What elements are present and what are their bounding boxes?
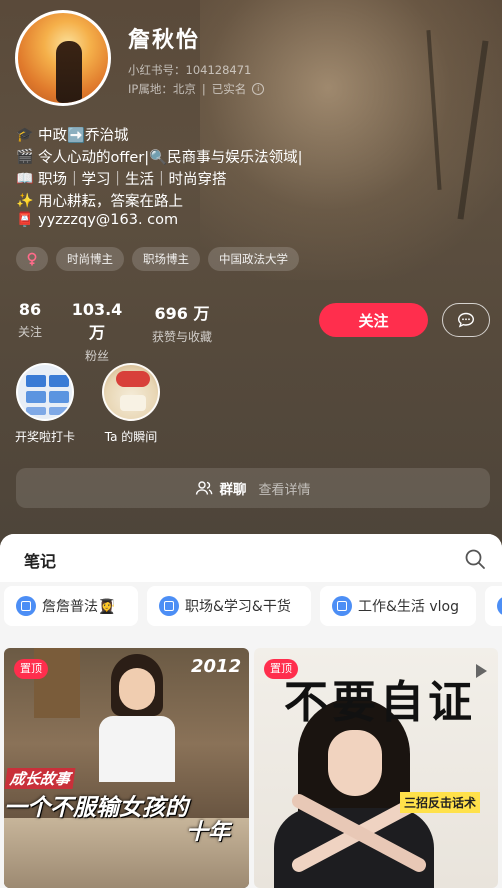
verified-text: 已实名	[211, 82, 247, 96]
profile-header: 詹秋怡 小红书号：104128471 IP属地：北京 | 已实名 i 🎓 中政➡…	[0, 0, 502, 560]
meta-divider: |	[201, 82, 206, 96]
collection-career-label: 职场&学习&干货	[185, 599, 291, 615]
group-chat-details: 查看详情	[258, 482, 311, 498]
stat-likes[interactable]: 696 万 获赞与收藏	[144, 300, 220, 345]
stat-followers[interactable]: 103.4 万 粉丝	[62, 300, 132, 364]
stat-likes-value: 696 万	[154, 304, 210, 323]
ip-location-row: IP属地：北京 | 已实名 i	[128, 81, 265, 97]
card-overlay-small: 成长故事	[4, 768, 76, 789]
clapper-icon: 🎬	[16, 148, 34, 165]
card-overlay-main: 一个不服输女孩的	[4, 795, 188, 821]
notes-header: 笔记	[0, 534, 502, 582]
highlight-lottery-thumb	[16, 363, 74, 421]
bio-line-show: 🎬 令人心动的offer|🔍民商事与娱乐法领域|	[16, 148, 303, 167]
highlight-moments-label: Ta 的瞬间	[104, 430, 158, 444]
card-woman-face	[328, 730, 382, 796]
graduation-cap-icon: 🎓	[16, 126, 34, 143]
highlight-lottery-label: 开奖啦打卡	[14, 430, 75, 444]
group-chat-bar[interactable]: 群聊 查看详情	[16, 468, 490, 508]
thumb-cake	[120, 395, 146, 411]
bio-line-motto: ✨ 用心耕耘，答案在路上	[16, 192, 183, 211]
thumb-flowers	[116, 371, 150, 387]
collection-icon	[16, 596, 36, 616]
play-icon	[476, 664, 487, 678]
collection-list: 詹詹普法👩‍🎓 职场&学习&干货 工作&生活 vlog	[0, 586, 502, 638]
card-year: 2012	[191, 656, 242, 677]
collection-career[interactable]: 职场&学习&干货	[147, 586, 311, 626]
collection-icon	[159, 596, 179, 616]
bio-line-education: 🎓 中政➡️乔治城	[16, 126, 129, 145]
profile-name: 詹秋怡	[128, 28, 201, 53]
note-card-no-self-proving[interactable]: 置顶 不要自证 三招反击话术	[254, 648, 498, 888]
group-chat-title: 群聊	[219, 482, 247, 498]
collection-icon	[497, 596, 502, 616]
highlight-moments[interactable]: Ta 的瞬间	[98, 363, 164, 445]
tag-career-blogger[interactable]: 职场博主	[132, 247, 200, 271]
card-overlay-big: 十年	[186, 820, 231, 845]
stat-following-value: 86	[18, 300, 42, 319]
bio-line-topics: 📖 职场｜学习｜生活｜时尚穿搭	[16, 170, 227, 189]
card-photo-girl	[99, 654, 175, 784]
stat-following[interactable]: 86 关注	[16, 300, 44, 340]
thumb-card	[26, 391, 46, 403]
mailbox-icon: 📮	[16, 212, 34, 228]
stat-following-label: 关注	[17, 325, 42, 339]
follow-button[interactable]: 关注	[319, 303, 428, 337]
thumb-card	[49, 391, 69, 403]
sparkles-icon: ✨	[16, 192, 34, 209]
thumb-card	[26, 375, 46, 387]
card-overlay-sub: 三招反击话术	[400, 792, 481, 813]
highlight-moments-thumb	[102, 363, 160, 421]
collection-icon	[332, 596, 352, 616]
collection-law[interactable]: 詹詹普法👩‍🎓	[4, 586, 138, 626]
profile-tags: 时尚博主 职场博主 中国政法大学	[16, 247, 299, 271]
tag-university[interactable]: 中国政法大学	[208, 247, 299, 271]
thumb-card	[26, 407, 46, 415]
card-woman-suit	[274, 808, 434, 888]
notes-tab[interactable]: 笔记	[24, 548, 56, 572]
collection-law-label: 詹詹普法👩‍🎓	[42, 599, 116, 615]
avatar[interactable]	[15, 10, 111, 106]
stat-followers-value: 103.4 万	[71, 300, 123, 342]
thumb-card	[49, 375, 69, 387]
collection-vlog[interactable]: 工作&生活 vlog	[320, 586, 476, 626]
avatar-figure	[56, 41, 82, 103]
collection-vlog-label: 工作&生活 vlog	[358, 599, 459, 615]
redbook-id[interactable]: 小红书号：104128471	[128, 62, 251, 78]
bio-line-email: 📮 yyzzzqy@163. com	[16, 212, 179, 228]
message-button[interactable]	[442, 303, 490, 337]
tag-fashion-blogger[interactable]: 时尚博主	[56, 247, 124, 271]
note-card-growth-story[interactable]: 置顶 2012 成长故事 一个不服输女孩的 十年	[4, 648, 249, 888]
gender-tag	[16, 247, 48, 271]
pinned-badge: 置顶	[14, 659, 48, 679]
chat-icon	[457, 312, 475, 328]
ip-location: IP属地：北京	[128, 82, 196, 96]
thumb-card	[49, 407, 69, 415]
notes-sheet: 笔记 詹詹普法👩‍🎓 职场&学习&干货 工作&生活 vlog	[0, 534, 502, 888]
background-photo	[200, 0, 502, 280]
highlight-lottery[interactable]: 开奖啦打卡	[12, 363, 78, 445]
female-icon	[27, 252, 37, 266]
group-icon	[196, 481, 213, 495]
stat-likes-label: 获赞与收藏	[151, 330, 212, 344]
search-icon[interactable]	[464, 548, 486, 570]
book-icon: 📖	[16, 170, 34, 187]
card-overlay-main: 不要自证	[284, 677, 476, 728]
collection-more[interactable]	[485, 586, 502, 626]
stat-followers-label: 粉丝	[84, 349, 109, 363]
info-icon[interactable]: i	[252, 83, 265, 95]
